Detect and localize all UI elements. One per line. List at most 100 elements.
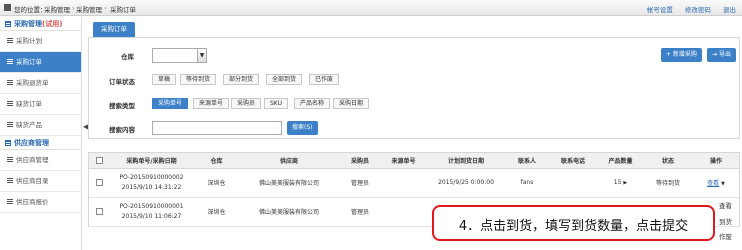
op-menu-arrive[interactable]: 到货 (719, 216, 732, 226)
search-type-buyer[interactable]: 采购员 (231, 98, 262, 109)
breadcrumb-item[interactable]: 采购管理 (76, 4, 102, 14)
chevron-down-icon[interactable]: ▼ (721, 181, 725, 187)
phone-cell (548, 168, 598, 198)
sidebar-section-purchase[interactable]: 采购管理(试用) (0, 17, 81, 31)
qty-cell: 15 (613, 179, 622, 186)
col-header: 供应商 (239, 153, 339, 169)
status-option-awaiting[interactable]: 等待到货 (180, 74, 217, 85)
eta-cell: 2015/9/25 0:00:00 (426, 168, 506, 198)
supplier-cell: 佛山美美服装有限公司 (239, 168, 339, 198)
sidebar-item-purchase-plan[interactable]: 采购计划 (0, 31, 81, 52)
search-type-label: 搜索类型 (109, 102, 135, 110)
status-cell: 等待到货 (643, 168, 693, 198)
po-date: 2015/9/10 14:31:22 (121, 183, 182, 191)
status-option-complete[interactable]: 全部到货 (266, 74, 303, 85)
sidebar: 采购管理(试用) 采购计划 采购订单 采购退货单 缺货订单 缺货产品 供应商管理… (0, 17, 82, 250)
list-icon (7, 59, 13, 64)
view-link[interactable]: 查看 (707, 180, 719, 187)
list-icon (7, 101, 13, 106)
warehouse-label: 仓库 (121, 53, 134, 61)
breadcrumb-item[interactable]: 采购管理 (44, 4, 70, 14)
op-menu-void[interactable]: 作废 (719, 231, 732, 241)
status-option-partial[interactable]: 部分到货 (223, 74, 260, 85)
expand-arrow-icon[interactable]: ▶ (623, 180, 627, 186)
instruction-callout: 4．点击到货，填写到货数量，点击提交 (432, 205, 715, 241)
search-type-product-name[interactable]: 产品名称 (294, 98, 331, 109)
row-checkbox[interactable] (95, 208, 103, 215)
buyer-cell: 管理员 (339, 197, 381, 227)
search-type-po-number[interactable]: 采购单号 (152, 98, 189, 109)
sidebar-item-label: 采购计划 (16, 37, 42, 45)
sidebar-item-label: 供应商报价 (16, 198, 49, 206)
col-header: 联系电话 (548, 153, 598, 169)
col-header: 来源单号 (381, 153, 426, 169)
sidebar-item-supplier-quote[interactable]: 供应商报价 (0, 192, 81, 213)
source-cell (381, 197, 426, 227)
po-number[interactable]: PO-20150910000001 (109, 202, 194, 212)
sidebar-item-supplier-manage[interactable]: 供应商管理 (0, 150, 81, 171)
list-icon (7, 122, 13, 127)
table-header-row: 采购单号/采购日期 仓库 供应商 采购员 来源单号 计划到货日期 联系人 联系电… (89, 153, 739, 169)
warehouse-cell: 深圳仓 (194, 168, 239, 198)
breadcrumb-separator: › (104, 4, 107, 12)
po-number[interactable]: PO-20150910000002 (109, 173, 194, 183)
trial-badge: (试用) (42, 20, 63, 28)
col-header: 采购单号/采购日期 (109, 153, 194, 169)
grid-icon (5, 21, 11, 27)
change-password-link[interactable]: 修改密码 (685, 6, 711, 14)
filter-panel: 仓库 ▼ 订单状态 草稿 等待到货 部分到货 全部到货 已作废 搜索类型 采购单… (88, 37, 740, 139)
sidebar-section-supplier[interactable]: 供应商管理 (0, 136, 81, 150)
sidebar-item-supplier-catalog[interactable]: 供应商目录 (0, 171, 81, 192)
list-icon (7, 178, 13, 183)
account-settings-link[interactable]: 帐号设置 (647, 6, 673, 14)
logout-link[interactable]: 退出 (723, 6, 736, 14)
col-header: 状态 (643, 153, 693, 169)
sidebar-item-label: 缺货产品 (16, 121, 42, 129)
list-icon (7, 38, 13, 43)
sidebar-item-purchase-return[interactable]: 采购退货单 (0, 73, 81, 94)
sidebar-item-label: 缺货订单 (16, 100, 42, 108)
status-option-void[interactable]: 已作废 (309, 74, 340, 85)
supplier-cell: 佛山美美服装有限公司 (239, 197, 339, 227)
col-header: 仓库 (194, 153, 239, 169)
sidebar-item-purchase-order[interactable]: 采购订单 (0, 52, 81, 73)
list-icon (7, 80, 13, 85)
table-row[interactable]: PO-20150910000002 2015/9/10 14:31:22 深圳仓 … (89, 168, 739, 198)
search-button[interactable]: 搜索(S) (287, 121, 318, 135)
export-button[interactable]: ⇥ 导出 (707, 48, 736, 62)
sidebar-item-label: 采购退货单 (16, 79, 49, 87)
search-type-source-number[interactable]: 来源单号 (193, 98, 230, 109)
sidebar-item-shortage-order[interactable]: 缺货订单 (0, 94, 81, 115)
search-type-po-date[interactable]: 采购日期 (333, 98, 370, 109)
warehouse-select[interactable]: ▼ (152, 48, 207, 63)
warehouse-cell: 深圳仓 (194, 197, 239, 227)
breadcrumb-prefix: 您的位置： (14, 6, 47, 14)
col-header: 采购员 (339, 153, 381, 169)
sidebar-item-shortage-product[interactable]: 缺货产品 (0, 115, 81, 136)
col-header: 操作 (693, 153, 739, 169)
col-header: 联系人 (506, 153, 548, 169)
section-title: 采购管理 (14, 20, 42, 28)
section-title: 供应商管理 (14, 139, 49, 147)
breadcrumb-separator: › (72, 4, 75, 12)
add-purchase-button[interactable]: + 新增采购 (661, 48, 702, 62)
top-bar: 您的位置： 采购管理 › 采购管理 › 采购订单 帐号设置 修改密码 退出 (0, 0, 742, 16)
search-type-sku[interactable]: SKU (264, 98, 288, 109)
search-content-label: 搜索内容 (109, 126, 135, 134)
search-input[interactable] (152, 121, 282, 135)
chevron-down-icon: ▼ (197, 49, 206, 62)
buyer-cell: 管理员 (339, 168, 381, 198)
home-icon[interactable] (4, 4, 11, 11)
row-checkbox[interactable] (95, 179, 103, 186)
callout-text: 4．点击到货，填写到货数量，点击提交 (458, 219, 689, 234)
account-links: 帐号设置 修改密码 退出 (637, 4, 736, 14)
tab-purchase-order[interactable]: 采购订单 (93, 22, 135, 37)
status-option-draft[interactable]: 草稿 (152, 74, 177, 85)
sidebar-item-label: 供应商管理 (16, 156, 49, 164)
sidebar-item-label: 供应商目录 (16, 177, 49, 185)
op-menu-view[interactable]: 查看 (719, 200, 732, 210)
select-all-checkbox[interactable] (95, 156, 103, 164)
col-header: 产品数量 (598, 153, 643, 169)
list-icon (7, 199, 13, 204)
list-icon (7, 157, 13, 162)
